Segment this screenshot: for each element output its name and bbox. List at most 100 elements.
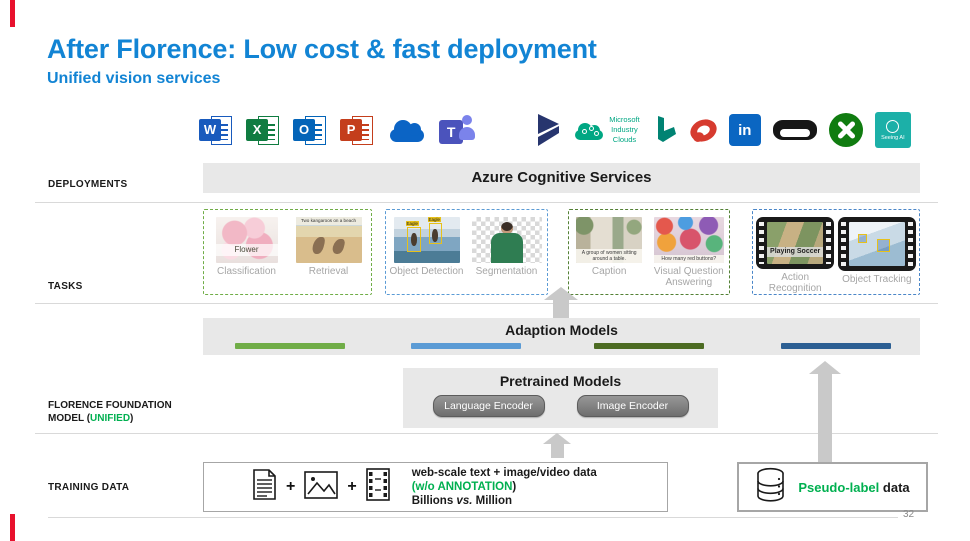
seeing-ai-icon: Seeing AI — [875, 112, 911, 148]
task-label: Action Recognition — [756, 272, 835, 294]
language-encoder-chip: Language Encoder — [433, 395, 545, 417]
adaption-models-title: Adaption Models — [203, 318, 920, 342]
pseudo-label-data-box: Pseudo-label data — [737, 462, 928, 512]
training-data-label: TRAINING DATA — [48, 482, 129, 493]
plus-sign: + — [286, 478, 295, 496]
task-group-caption-vqa: A group of women sitting around a table.… — [568, 209, 730, 295]
word-icon: W — [199, 114, 234, 147]
windows-icon — [489, 115, 520, 146]
task-label: Retrieval — [309, 266, 348, 277]
tasks-label: TASKS — [48, 281, 83, 292]
task-label: Object Detection — [390, 266, 464, 277]
adaption-models-bar: Adaption Models — [203, 318, 920, 355]
dynamics365-icon — [532, 113, 562, 147]
azure-cognitive-services-bar: Azure Cognitive Services — [203, 163, 920, 193]
task-label: Caption — [592, 266, 626, 277]
divider — [48, 517, 898, 518]
task-action-recognition: Playing Soccer Action Recognition — [756, 217, 835, 294]
slide-canvas: After Florence: Low cost & fast deployme… — [0, 0, 970, 541]
plus-sign: + — [347, 478, 356, 496]
red-accent-top — [10, 0, 15, 27]
tracking-bbox — [877, 239, 890, 252]
industry-clouds-icon: Microsoft Industry Clouds — [574, 115, 639, 144]
task-segmentation: Segmentation — [467, 217, 546, 294]
film-icon — [366, 468, 390, 506]
seeing-ai-label: Seeing AI — [881, 135, 905, 141]
up-arrow-tasks — [544, 284, 578, 321]
retrieval-caption-text: Two kangaroos on a beach — [296, 217, 362, 225]
seeing-ai-glyph — [886, 120, 899, 133]
task-group-detection-segmentation: Eagle Eagle Object Detection Segmentatio… — [385, 209, 548, 295]
object-tracking-thumbnail — [838, 217, 916, 271]
page-title: After Florence: Low cost & fast deployme… — [47, 34, 597, 65]
excel-icon: X — [246, 114, 281, 147]
divider — [35, 303, 938, 304]
document-icon — [252, 469, 277, 505]
object-detection-thumbnail: Eagle Eagle — [394, 217, 460, 263]
classification-thumbnail: Flower — [216, 217, 278, 263]
task-label: Classification — [217, 266, 276, 277]
adapter-bar-dark-green — [594, 343, 704, 349]
task-retrieval: Two kangaroos on a beach Retrieval — [289, 217, 368, 294]
task-object-detection: Eagle Eagle Object Detection — [387, 217, 466, 294]
linkedin-glyph: in — [738, 122, 751, 139]
task-group-classification-retrieval: Flower Classification Two kangaroos on a… — [203, 209, 372, 295]
task-caption: A group of women sitting around a table.… — [570, 217, 649, 294]
florence-foundation-label: FLORENCE FOUNDATION MODEL (UNIFIED) — [48, 399, 172, 425]
adapter-bar-dark-blue — [781, 343, 891, 349]
task-object-tracking: Object Tracking — [837, 217, 916, 294]
unified-text: UNIFIED — [90, 413, 130, 424]
task-vqa: How many red buttons? Visual Question An… — [649, 217, 728, 294]
outlook-icon: O — [293, 114, 328, 147]
tracking-bbox — [858, 234, 867, 243]
retrieval-thumbnail: Two kangaroos on a beach — [296, 217, 362, 263]
image-encoder-chip: Image Encoder — [577, 395, 689, 417]
up-arrow-pseudo-label — [809, 358, 841, 465]
hololens-icon — [773, 120, 817, 140]
up-arrow-pretrained — [543, 430, 571, 458]
database-icon — [755, 467, 786, 508]
image-icon — [304, 471, 338, 504]
vqa-thumbnail: How many red buttons? — [654, 217, 724, 263]
bing-icon — [652, 115, 678, 145]
detection-bbox: Eagle — [429, 223, 442, 244]
adapter-bar-blue — [411, 343, 521, 349]
adapter-bar-green — [235, 343, 345, 349]
detection-bbox: Eagle — [407, 227, 421, 252]
segmentation-thumbnail — [472, 217, 542, 263]
caption-thumbnail: A group of women sitting around a table. — [576, 217, 642, 263]
industry-cloud-glyph — [574, 121, 604, 140]
classification-overlay-text: Flower — [216, 244, 278, 256]
excel-glyph: X — [246, 119, 268, 141]
task-label: Visual Question Answering — [649, 266, 728, 288]
office-swirl-icon — [687, 115, 720, 145]
action-recognition-thumbnail: Playing Soccer — [756, 217, 834, 269]
divider — [35, 202, 938, 203]
task-group-action-tracking: Playing Soccer Action Recognition Object… — [752, 209, 920, 295]
pretrained-models-box: Pretrained Models Language Encoder Image… — [403, 368, 718, 428]
powerpoint-glyph: P — [340, 119, 362, 141]
xbox-icon — [829, 113, 863, 147]
pretrained-models-title: Pretrained Models — [403, 373, 718, 389]
vqa-question-text: How many red buttons? — [654, 255, 724, 264]
divider — [35, 433, 938, 434]
linkedin-icon: in — [729, 114, 761, 146]
product-icon-row: W X O P T Microsoft Industry Clouds — [199, 106, 911, 154]
training-data-box: + + web-scale text + image/video data (w… — [203, 462, 668, 512]
task-label: Segmentation — [476, 266, 538, 277]
industry-clouds-label: Microsoft Industry Clouds — [609, 115, 639, 144]
powerpoint-icon: P — [340, 114, 375, 147]
word-glyph: W — [199, 119, 221, 141]
outlook-glyph: O — [293, 119, 315, 141]
red-accent-bottom — [10, 514, 15, 541]
action-recognition-overlay-text: Playing Soccer — [767, 247, 823, 257]
pseudo-label-text: Pseudo-label data — [798, 480, 909, 495]
page-number: 32 — [903, 509, 914, 520]
task-classification: Flower Classification — [207, 217, 286, 294]
onedrive-icon — [387, 118, 427, 143]
deployments-label: DEPLOYMENTS — [48, 179, 127, 190]
task-label: Object Tracking — [842, 274, 911, 285]
page-subtitle: Unified vision services — [47, 70, 220, 88]
teams-icon: T — [439, 114, 477, 147]
training-data-text: web-scale text + image/video data (w/o A… — [412, 466, 597, 508]
